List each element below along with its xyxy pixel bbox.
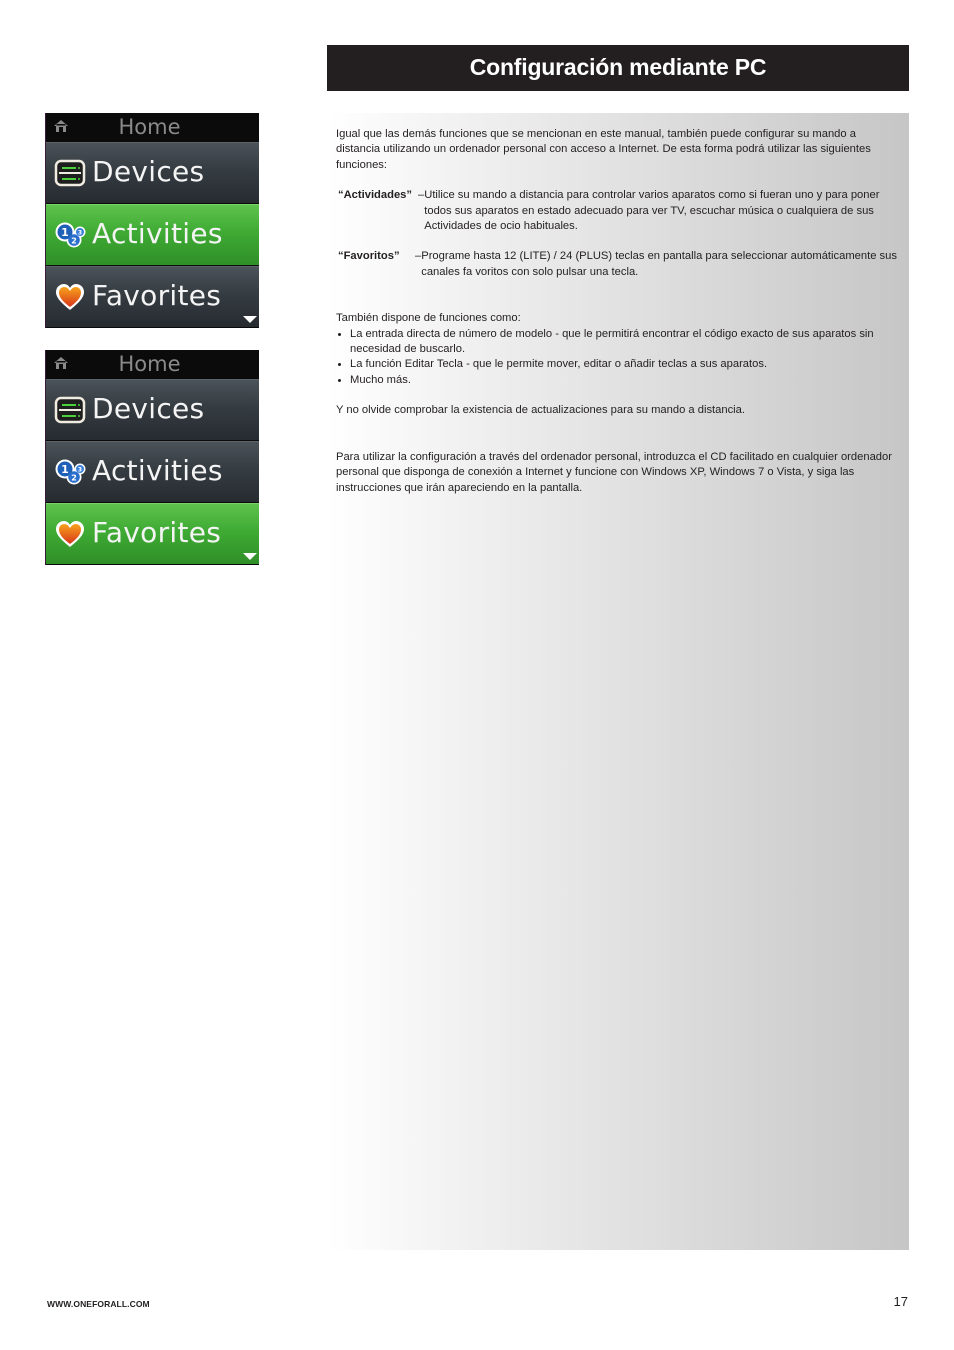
svg-text:1: 1 (61, 463, 69, 476)
definition-term: “Favoritos” (338, 250, 400, 263)
definition-term: “Actividades” (338, 189, 412, 202)
activities-icon: 1 2 3 (55, 222, 86, 248)
menu-item-label: Favorites (92, 279, 222, 312)
remote-screen-activities-selected: Home Devices 1 2 3 Activities Favorites (45, 113, 259, 328)
svg-text:1: 1 (61, 226, 69, 239)
reminder-paragraph: Y no olvide comprobar la existencia de a… (336, 404, 745, 417)
menu-item-devices[interactable]: Devices (46, 142, 259, 203)
menu-item-label: Activities (92, 217, 223, 250)
definition-description: Programe hasta 12 (LITE) / 24 (PLUS) tec… (421, 250, 897, 278)
features-list: La entrada directa de número de modelo -… (336, 327, 901, 389)
menu-item-label: Activities (92, 454, 223, 487)
svg-text:2: 2 (71, 237, 77, 246)
definition-description: Utilice su mando a distancia para contro… (424, 189, 880, 233)
intro-paragraph: Igual que las demás funciones que se men… (336, 128, 871, 171)
svg-text:2: 2 (71, 474, 77, 483)
svg-text:3: 3 (78, 467, 82, 474)
chevron-down-icon[interactable] (243, 316, 257, 323)
feature-item: La entrada directa de número de modelo -… (336, 327, 901, 358)
content-panel: Igual que las demás funciones que se men… (327, 113, 909, 1250)
devices-icon (54, 396, 86, 424)
page-number: 17 (893, 1294, 908, 1309)
feature-item: La función Editar Tecla - que le permite… (336, 357, 901, 372)
menu-item-label: Favorites (92, 516, 222, 549)
definition-actividades: “Actividades” – Utilice su mando a dista… (336, 188, 901, 234)
menu-item-devices[interactable]: Devices (46, 379, 259, 440)
menu-item-label: Devices (92, 155, 205, 188)
screen-title: Home (118, 352, 181, 376)
definition-favoritos: “Favoritos” – Programe hasta 12 (LITE) /… (336, 249, 901, 280)
menu-item-favorites[interactable]: Favorites (46, 266, 259, 327)
section-body: Igual que las demás funciones que se men… (336, 127, 901, 496)
menu-item-activities[interactable]: 1 2 3 Activities (46, 441, 259, 502)
feature-item: Mucho más. (336, 373, 901, 388)
chevron-down-icon[interactable] (243, 553, 257, 560)
devices-icon (54, 159, 86, 187)
screen-header: Home (46, 113, 259, 141)
screen-header: Home (46, 350, 259, 378)
menu-item-activities[interactable]: 1 2 3 Activities (46, 204, 259, 265)
favorites-heart-icon (56, 521, 84, 547)
svg-text:3: 3 (78, 230, 82, 237)
section-title-bar: Configuración mediante PC (327, 45, 909, 91)
favorites-heart-icon (56, 284, 84, 310)
screen-title: Home (118, 115, 181, 139)
remote-screen-favorites-selected: Home Devices 1 2 3 Activities Favorites (45, 350, 259, 565)
menu-item-favorites[interactable]: Favorites (46, 503, 259, 564)
features-intro: También dispone de funciones como: (336, 312, 521, 325)
activities-icon: 1 2 3 (55, 459, 86, 485)
section-title: Configuración mediante PC (469, 54, 767, 80)
footer-website-link[interactable]: WWW.ONEFORALL.COM (47, 1299, 150, 1309)
instructions-paragraph: Para utilizar la configuración a través … (336, 450, 892, 494)
menu-item-label: Devices (92, 392, 205, 425)
